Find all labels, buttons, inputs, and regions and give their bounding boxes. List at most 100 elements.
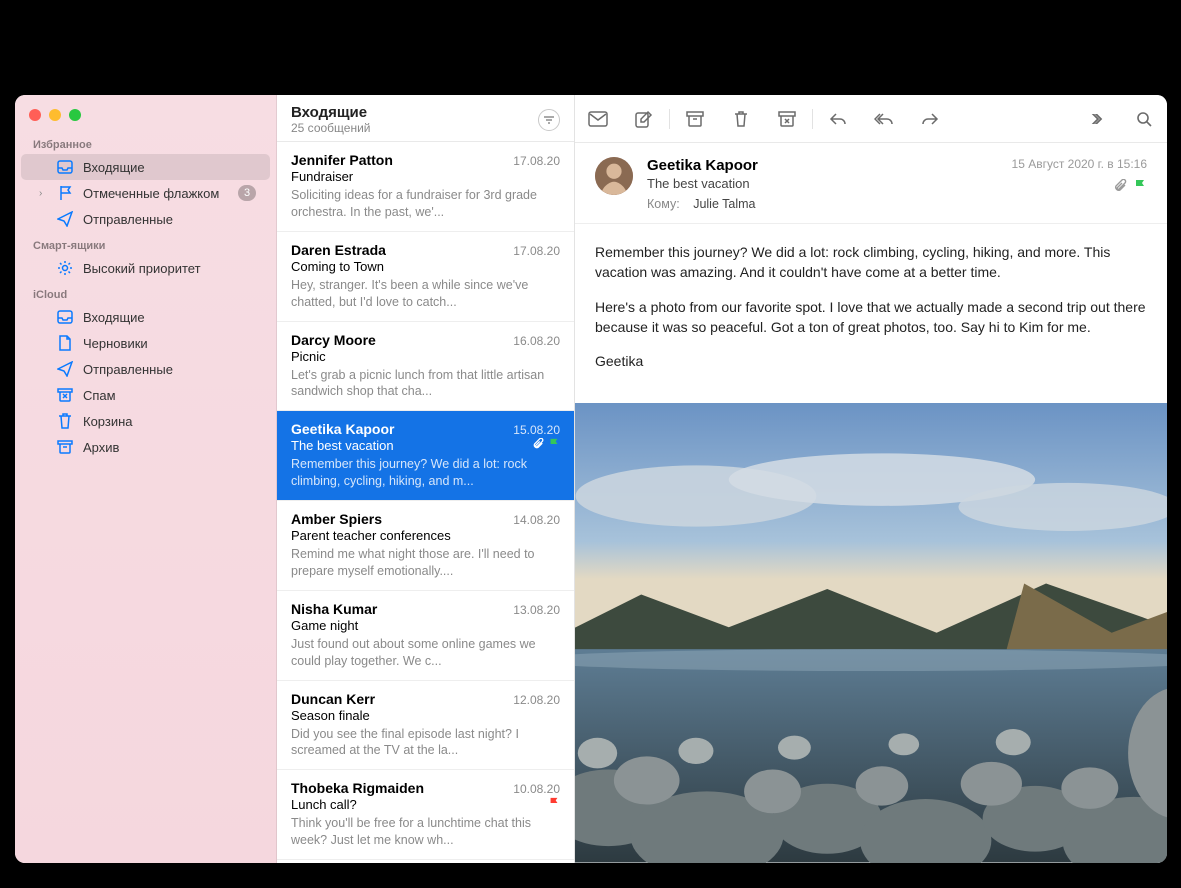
section-label: Избранное — [15, 131, 276, 154]
message-row[interactable]: Amber Spiers14.08.20Parent teacher confe… — [277, 501, 574, 591]
date: 14.08.20 — [513, 513, 560, 527]
sender: Amber Spiers — [291, 511, 513, 527]
from-name: Geetika Kapoor — [647, 157, 998, 174]
message-row[interactable]: Nisha Kumar13.08.20Game nightJust found … — [277, 591, 574, 681]
sender: Thobeka Rigmaiden — [291, 780, 513, 796]
to-row: Кому: Julie Talma — [647, 197, 998, 211]
zoom-button[interactable] — [69, 109, 81, 121]
filter-button[interactable] — [538, 109, 560, 131]
subject: Coming to Town — [291, 259, 560, 274]
subject: Parent teacher conferences — [291, 528, 560, 543]
mailbox-count: 25 сообщений — [291, 121, 538, 135]
flag-icon — [548, 438, 560, 453]
gear-icon — [57, 260, 73, 276]
sidebar-item[interactable]: Отправленные — [21, 356, 270, 382]
date: 12.08.20 — [513, 693, 560, 707]
paperplane-icon — [57, 361, 73, 377]
date: 16.08.20 — [513, 334, 560, 348]
paperclip-icon — [532, 438, 544, 453]
sidebar-item[interactable]: Входящие — [21, 154, 270, 180]
paperclip-icon — [1113, 179, 1127, 196]
sidebar-item[interactable]: Входящие — [21, 304, 270, 330]
date: 17.08.20 — [513, 154, 560, 168]
message-row[interactable]: Duncan Kerr12.08.20Season finaleDid you … — [277, 681, 574, 771]
sidebar-item[interactable]: ›Отмеченные флажком3 — [21, 180, 270, 206]
message-list[interactable]: Jennifer Patton17.08.20FundraiserSolicit… — [277, 142, 574, 863]
flag-icon[interactable] — [1133, 179, 1147, 196]
message-row[interactable]: Jennifer Patton17.08.20Fundraiser Solicit… — [277, 142, 574, 232]
date: 17.08.20 — [513, 244, 560, 258]
sidebar: ИзбранноеВходящие›Отмеченные флажком3Отп… — [15, 95, 277, 863]
preview: Think you'll be free for a lunchtime cha… — [291, 815, 560, 849]
sidebar-item[interactable]: Отправленные — [21, 206, 270, 232]
message-row[interactable]: Darcy Moore16.08.20Picnic Let's grab a pi… — [277, 322, 574, 412]
more-icon[interactable] — [1087, 108, 1109, 130]
close-button[interactable] — [29, 109, 41, 121]
sidebar-item[interactable]: Архив — [21, 434, 270, 460]
message-viewer: Geetika Kapoor The best vacation Кому: J… — [575, 95, 1167, 863]
message-row[interactable]: Thobeka Rigmaiden10.08.20Lunch call? Thin… — [277, 770, 574, 860]
subject: Season finale — [291, 708, 560, 723]
sidebar-item[interactable]: Спам — [21, 382, 270, 408]
junk-icon[interactable] — [776, 108, 798, 130]
sender: Geetika Kapoor — [291, 421, 513, 437]
preview: Remember this journey? We did a lot: roc… — [291, 456, 560, 490]
subject: Game night — [291, 618, 560, 633]
body-paragraph: Geetika — [595, 351, 1147, 371]
to-label: Кому: — [647, 197, 680, 211]
envelope-icon[interactable] — [587, 108, 609, 130]
paperplane-icon — [57, 211, 73, 227]
forward-icon[interactable] — [919, 108, 941, 130]
preview: Just found out about some online games w… — [291, 636, 560, 670]
trash-icon[interactable] — [730, 108, 752, 130]
message-timestamp: 15 Август 2020 г. в 15:16 — [1012, 157, 1147, 171]
trash-icon — [57, 413, 73, 429]
message-header: Geetika Kapoor The best vacation Кому: J… — [575, 143, 1167, 224]
archive-icon[interactable] — [684, 108, 706, 130]
sidebar-item-label: Отправленные — [83, 362, 256, 377]
badge: 3 — [238, 185, 256, 201]
subject: Lunch call? — [291, 797, 544, 812]
message-subject: The best vacation — [647, 176, 998, 191]
tray-icon — [57, 159, 73, 175]
sidebar-item-label: Отмеченные флажком — [83, 186, 228, 201]
sidebar-item-label: Черновики — [83, 336, 256, 351]
preview: Let's grab a picnic lunch from that litt… — [291, 367, 560, 401]
reply-icon[interactable] — [827, 108, 849, 130]
sidebar-item[interactable]: Высокий приоритет — [21, 255, 270, 281]
reply-all-icon[interactable] — [873, 108, 895, 130]
sidebar-item-label: Корзина — [83, 414, 256, 429]
message-row[interactable]: Geetika Kapoor15.08.20The best vacationR… — [277, 411, 574, 501]
sidebar-item[interactable]: Черновики — [21, 330, 270, 356]
window-controls — [15, 95, 276, 131]
mailbox-title: Входящие — [291, 104, 538, 121]
sender: Darcy Moore — [291, 332, 513, 348]
section-label: Смарт-ящики — [15, 232, 276, 255]
to-name: Julie Talma — [693, 197, 755, 211]
flag-icon — [57, 185, 73, 201]
body-paragraph: Here's a photo from our favorite spot. I… — [595, 297, 1147, 338]
sender: Jennifer Patton — [291, 152, 513, 168]
sidebar-item[interactable]: Корзина — [21, 408, 270, 434]
date: 13.08.20 — [513, 603, 560, 617]
body-paragraph: Remember this journey? We did a lot: roc… — [595, 242, 1147, 283]
message-list-pane: Входящие 25 сообщений Jennifer Patton17.… — [277, 95, 575, 863]
subject: Fundraiser — [291, 169, 560, 184]
sender: Duncan Kerr — [291, 691, 513, 707]
message-body: Remember this journey? We did a lot: roc… — [575, 224, 1167, 403]
date: 15.08.20 — [513, 423, 560, 437]
archive-icon — [57, 439, 73, 455]
compose-icon[interactable] — [633, 108, 655, 130]
sidebar-item-label: Отправленные — [83, 212, 256, 227]
minimize-button[interactable] — [49, 109, 61, 121]
toolbar — [575, 95, 1167, 143]
junk-icon — [57, 387, 73, 403]
message-row[interactable]: Daren Estrada17.08.20Coming to TownHey, … — [277, 232, 574, 322]
search-icon[interactable] — [1133, 108, 1155, 130]
date: 10.08.20 — [513, 782, 560, 796]
sidebar-item-label: Архив — [83, 440, 256, 455]
subject: Picnic — [291, 349, 560, 364]
preview: Soliciting ideas for a fundraiser for 3r… — [291, 187, 560, 221]
attachment-image[interactable] — [575, 403, 1167, 863]
sidebar-item-label: Спам — [83, 388, 256, 403]
